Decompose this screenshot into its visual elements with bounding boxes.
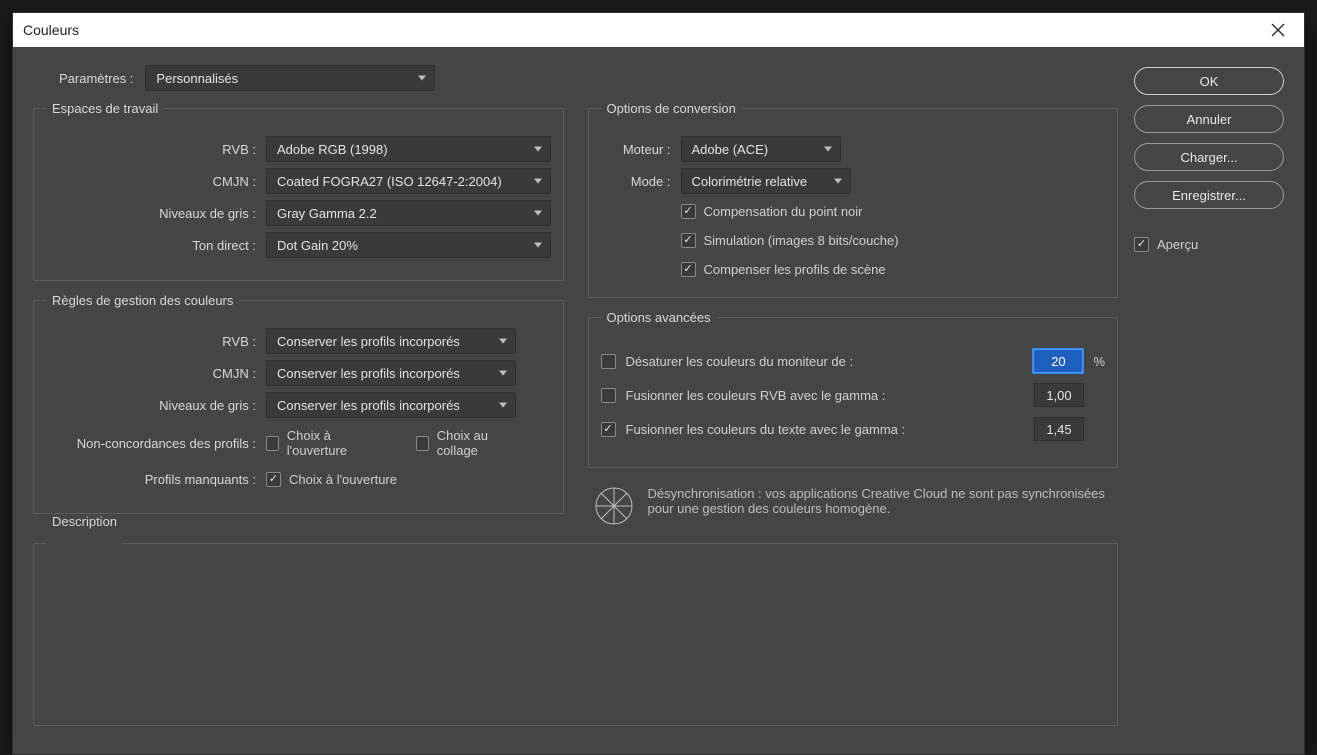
- save-button[interactable]: Enregistrer...: [1134, 181, 1284, 209]
- color-rules-group: Règles de gestion des couleurs RVB : Con…: [33, 293, 564, 514]
- close-icon: [1271, 23, 1285, 37]
- advanced-group: Options avancées Désaturer les couleurs …: [588, 310, 1119, 468]
- checkbox-icon: [681, 204, 696, 219]
- settings-select[interactable]: Personnalisés: [145, 65, 435, 91]
- blend-rgb-checkbox[interactable]: [601, 388, 616, 403]
- checkbox-icon: [266, 472, 281, 487]
- rules-cmyk-select[interactable]: Conserver les profils incorporés: [266, 360, 516, 386]
- rgb-select[interactable]: Adobe RGB (1998): [266, 136, 551, 162]
- rules-gray-select[interactable]: Conserver les profils incorporés: [266, 392, 516, 418]
- ok-button[interactable]: OK: [1134, 67, 1284, 95]
- color-settings-dialog: Couleurs Paramètres : Personnalisés Espa…: [12, 12, 1305, 755]
- checkbox-icon: [601, 388, 616, 403]
- color-rules-legend: Règles de gestion des couleurs: [46, 293, 239, 308]
- rules-rgb-select[interactable]: Conserver les profils incorporés: [266, 328, 516, 354]
- engine-label: Moteur :: [601, 142, 671, 157]
- rules-cmyk-label: CMJN :: [46, 366, 256, 381]
- sync-text: Désynchronisation : vos applications Cre…: [648, 486, 1113, 516]
- description-legend: Description: [46, 514, 123, 529]
- desaturate-checkbox[interactable]: [601, 354, 616, 369]
- gray-label: Niveaux de gris :: [46, 206, 256, 221]
- mismatch-open-checkbox[interactable]: Choix à l'ouverture: [266, 428, 376, 458]
- gray-select[interactable]: Gray Gamma 2.2: [266, 200, 551, 226]
- cancel-button[interactable]: Annuler: [1134, 105, 1284, 133]
- missing-label: Profils manquants :: [46, 472, 256, 487]
- desaturate-unit: %: [1093, 354, 1105, 369]
- titlebar: Couleurs: [13, 13, 1304, 47]
- cmyk-label: CMJN :: [46, 174, 256, 189]
- rules-gray-label: Niveaux de gris :: [46, 398, 256, 413]
- checkbox-icon: [681, 233, 696, 248]
- load-button[interactable]: Charger...: [1134, 143, 1284, 171]
- rgb-label: RVB :: [46, 142, 256, 157]
- scene-checkbox[interactable]: Compenser les profils de scène: [681, 262, 1106, 277]
- blend-rgb-label: Fusionner les couleurs RVB avec le gamma…: [626, 388, 1025, 403]
- desaturate-input[interactable]: [1033, 349, 1083, 373]
- rules-rgb-label: RVB :: [46, 334, 256, 349]
- spot-label: Ton direct :: [46, 238, 256, 253]
- blend-text-checkbox[interactable]: [601, 422, 616, 437]
- dialog-title: Couleurs: [23, 22, 79, 38]
- blend-rgb-input[interactable]: [1034, 383, 1084, 407]
- cmyk-select[interactable]: Coated FOGRA27 (ISO 12647-2:2004): [266, 168, 551, 194]
- blackpoint-checkbox[interactable]: Compensation du point noir: [681, 204, 1106, 219]
- sync-warning-icon: [594, 486, 634, 526]
- checkbox-icon: [266, 436, 279, 451]
- sync-status: Désynchronisation : vos applications Cre…: [588, 480, 1119, 532]
- intent-label: Mode :: [601, 174, 671, 189]
- advanced-legend: Options avancées: [601, 310, 717, 325]
- settings-value: Personnalisés: [156, 71, 238, 86]
- workspaces-group: Espaces de travail RVB : Adobe RGB (1998…: [33, 101, 564, 281]
- checkbox-icon: [681, 262, 696, 277]
- preview-checkbox[interactable]: Aperçu: [1134, 237, 1284, 252]
- dither-checkbox[interactable]: Simulation (images 8 bits/couche): [681, 233, 1106, 248]
- engine-select[interactable]: Adobe (ACE): [681, 136, 841, 162]
- checkbox-icon: [601, 422, 616, 437]
- blend-text-input[interactable]: [1034, 417, 1084, 441]
- checkbox-icon: [1134, 237, 1149, 252]
- missing-open-checkbox[interactable]: Choix à l'ouverture: [266, 472, 516, 487]
- intent-select[interactable]: Colorimétrie relative: [681, 168, 851, 194]
- workspaces-legend: Espaces de travail: [46, 101, 164, 116]
- settings-label: Paramètres :: [59, 71, 133, 86]
- spot-select[interactable]: Dot Gain 20%: [266, 232, 551, 258]
- mismatch-label: Non-concordances des profils :: [46, 436, 256, 451]
- description-group: Description: [33, 536, 1118, 726]
- close-button[interactable]: [1262, 14, 1294, 46]
- checkbox-icon: [416, 436, 429, 451]
- blend-text-label: Fusionner les couleurs du texte avec le …: [626, 422, 1025, 437]
- checkbox-icon: [601, 354, 616, 369]
- desaturate-label: Désaturer les couleurs du moniteur de :: [626, 354, 1024, 369]
- mismatch-paste-checkbox[interactable]: Choix au collage: [416, 428, 516, 458]
- conversion-group: Options de conversion Moteur : Adobe (AC…: [588, 101, 1119, 298]
- conversion-legend: Options de conversion: [601, 101, 742, 116]
